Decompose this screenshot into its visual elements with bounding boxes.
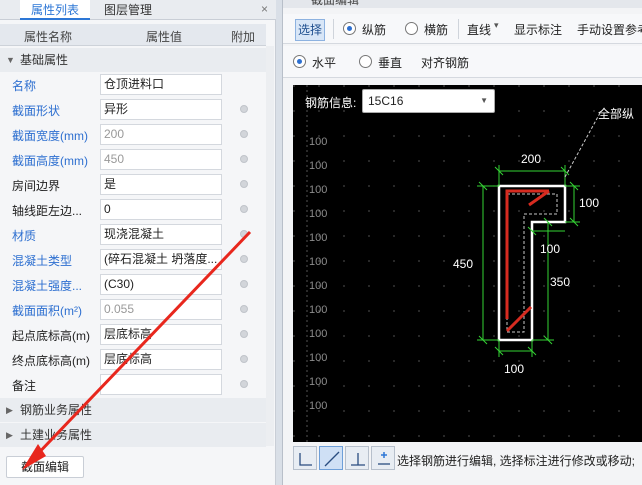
- app-window: 属性列表 图层管理 × 属性名称 属性值 附加 ▼ 基础属性 名称 仓顶进料口 截面…: [0, 0, 642, 485]
- annotation-arrow: [22, 230, 252, 470]
